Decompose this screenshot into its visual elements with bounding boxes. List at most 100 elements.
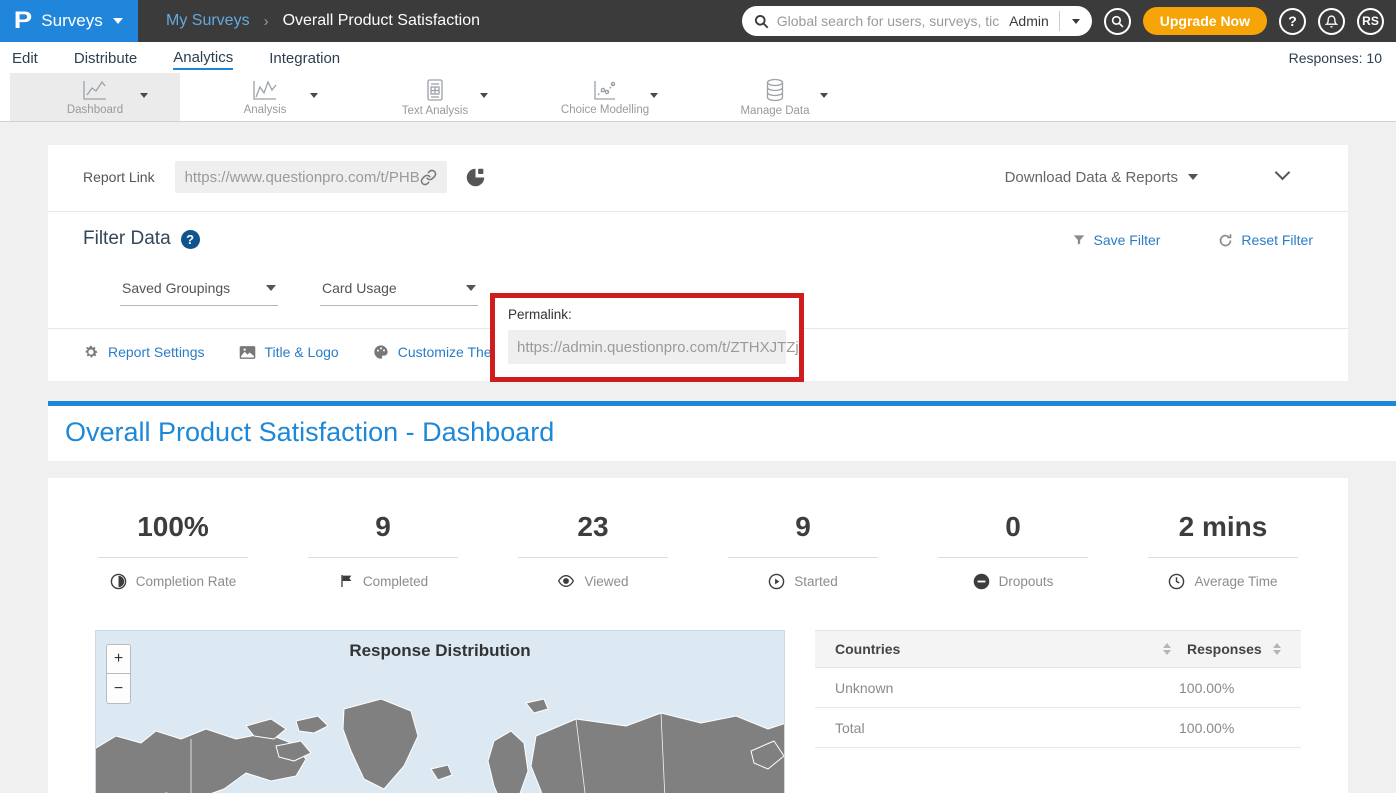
response-distribution-map[interactable]: Response Distribution + −	[95, 630, 785, 793]
country-responses: 100.00%	[1179, 720, 1281, 736]
caret-down-icon[interactable]	[310, 93, 318, 98]
page-title: Overall Product Satisfaction - Dashboard	[65, 417, 554, 447]
ribbon-item-label: Manage Data	[740, 105, 809, 117]
eye-icon	[557, 573, 575, 589]
permalink-field[interactable]: https://admin.questionpro.com/t/ZTHXJTZj	[508, 330, 786, 364]
upgrade-now-button[interactable]: Upgrade Now	[1143, 7, 1267, 35]
questionpro-logo: P	[14, 7, 32, 35]
ribbon-item-label: Dashboard	[67, 104, 123, 116]
ribbon-item-manage-data[interactable]: Manage Data	[690, 73, 860, 121]
play-circle-icon	[768, 573, 785, 590]
search-scope-label: Admin	[999, 11, 1060, 31]
caret-down-icon	[266, 285, 276, 291]
stats-row: 100% Completion Rate 9 Completed 23 View…	[48, 511, 1348, 590]
image-icon	[239, 345, 256, 360]
ribbon-item-text-analysis[interactable]: Text Analysis	[350, 73, 520, 121]
link-icon	[420, 169, 437, 186]
report-settings-link[interactable]: Report Settings	[83, 344, 205, 360]
breadcrumb-current: Overall Product Satisfaction	[283, 12, 480, 30]
report-link-url: https://www.questionpro.com/t/PHBu	[185, 169, 420, 186]
dashboard-chart-icon	[81, 79, 109, 101]
completion-rate-icon	[110, 573, 127, 590]
download-data-reports-menu[interactable]: Download Data & Reports	[1005, 169, 1198, 186]
avatar[interactable]: RS	[1357, 8, 1384, 35]
minus-circle-icon	[973, 573, 990, 590]
country-responses: 100.00%	[1179, 680, 1281, 696]
choice-modelling-icon	[592, 79, 618, 101]
analytics-icon[interactable]	[465, 167, 486, 188]
filter-data-section: Filter Data ? Save Filter Reset Filter S…	[48, 212, 1348, 329]
search-scope-dropdown[interactable]	[1060, 6, 1092, 36]
caret-down-icon	[1188, 174, 1198, 180]
caret-down-icon[interactable]	[140, 93, 148, 98]
tab-distribute[interactable]: Distribute	[74, 46, 137, 69]
reset-filter-button[interactable]: Reset Filter	[1218, 232, 1313, 248]
chevron-down-icon	[113, 18, 123, 24]
search-button[interactable]	[1104, 8, 1131, 35]
avatar-initials: RS	[1362, 14, 1379, 28]
stat-value: 9	[698, 511, 908, 543]
stat-dropouts: 0 Dropouts	[908, 511, 1118, 590]
help-button[interactable]: ?	[1279, 8, 1306, 35]
table-row: Unknown 100.00%	[815, 668, 1301, 708]
search-input[interactable]	[777, 13, 999, 29]
surveys-app-menu[interactable]: P Surveys	[0, 0, 138, 42]
responses-count: Responses: 10	[1289, 50, 1382, 66]
caret-down-icon[interactable]	[650, 93, 658, 98]
card-usage-select[interactable]: Card Usage	[320, 280, 478, 306]
countries-table-header: Countries Responses	[815, 630, 1301, 668]
collapse-panel-chevron-icon[interactable]	[1275, 165, 1291, 181]
stat-label: Average Time	[1194, 574, 1277, 589]
analytics-ribbon: Dashboard Analysis Text Analysis Choice …	[0, 73, 1396, 122]
stat-value: 23	[488, 511, 698, 543]
caret-down-icon[interactable]	[820, 93, 828, 98]
funnel-icon	[1072, 233, 1086, 247]
search-icon	[754, 14, 769, 29]
stat-value: 2 mins	[1118, 511, 1328, 543]
gear-icon	[83, 344, 99, 360]
app-menu-label: Surveys	[41, 11, 102, 31]
ribbon-item-choice-modelling[interactable]: Choice Modelling	[520, 73, 690, 121]
permalink-highlight-box: Permalink: https://admin.questionpro.com…	[490, 293, 804, 382]
sort-icon[interactable]	[1163, 643, 1171, 655]
title-logo-link[interactable]: Title & Logo	[239, 344, 339, 360]
stat-label: Viewed	[584, 574, 628, 589]
stat-label: Completed	[363, 574, 428, 589]
tab-analytics[interactable]: Analytics	[173, 45, 233, 70]
title-logo-label: Title & Logo	[265, 344, 339, 360]
title-band: Overall Product Satisfaction - Dashboard	[48, 406, 1396, 461]
ribbon-item-analysis[interactable]: Analysis	[180, 73, 350, 121]
stat-label: Dropouts	[999, 574, 1054, 589]
filter-help-icon[interactable]: ?	[181, 230, 200, 249]
stat-value: 0	[908, 511, 1118, 543]
responses-column-header: Responses	[1187, 641, 1273, 657]
filter-data-title: Filter Data	[83, 228, 171, 250]
sort-icon[interactable]	[1273, 643, 1281, 655]
report-link-field[interactable]: https://www.questionpro.com/t/PHBu	[175, 161, 447, 193]
notifications-button[interactable]	[1318, 8, 1345, 35]
caret-down-icon[interactable]	[480, 93, 488, 98]
question-mark-icon: ?	[1288, 13, 1297, 29]
world-map	[96, 681, 785, 793]
flag-icon	[338, 573, 354, 589]
tab-edit[interactable]: Edit	[12, 46, 38, 69]
ribbon-item-label: Choice Modelling	[561, 104, 649, 116]
bell-icon	[1325, 15, 1338, 28]
breadcrumb-separator: ›	[264, 13, 269, 30]
reset-filter-label: Reset Filter	[1241, 232, 1313, 248]
breadcrumb-my-surveys[interactable]: My Surveys	[166, 12, 250, 30]
map-zoom-in-button[interactable]: +	[106, 644, 131, 674]
country-name: Total	[835, 720, 1179, 736]
caret-down-icon	[1072, 19, 1080, 24]
stat-viewed: 23 Viewed	[488, 511, 698, 590]
ribbon-item-label: Text Analysis	[402, 105, 468, 117]
ribbon-item-dashboard[interactable]: Dashboard	[10, 73, 180, 121]
tab-integration[interactable]: Integration	[269, 46, 340, 69]
saved-groupings-select[interactable]: Saved Groupings	[120, 280, 278, 306]
save-filter-button[interactable]: Save Filter	[1072, 232, 1161, 248]
table-row: Total 100.00%	[815, 708, 1301, 748]
permalink-url: https://admin.questionpro.com/t/ZTHXJTZj	[517, 339, 799, 356]
map-title: Response Distribution	[96, 641, 784, 661]
report-link-label: Report Link	[83, 169, 155, 185]
save-filter-label: Save Filter	[1094, 232, 1161, 248]
